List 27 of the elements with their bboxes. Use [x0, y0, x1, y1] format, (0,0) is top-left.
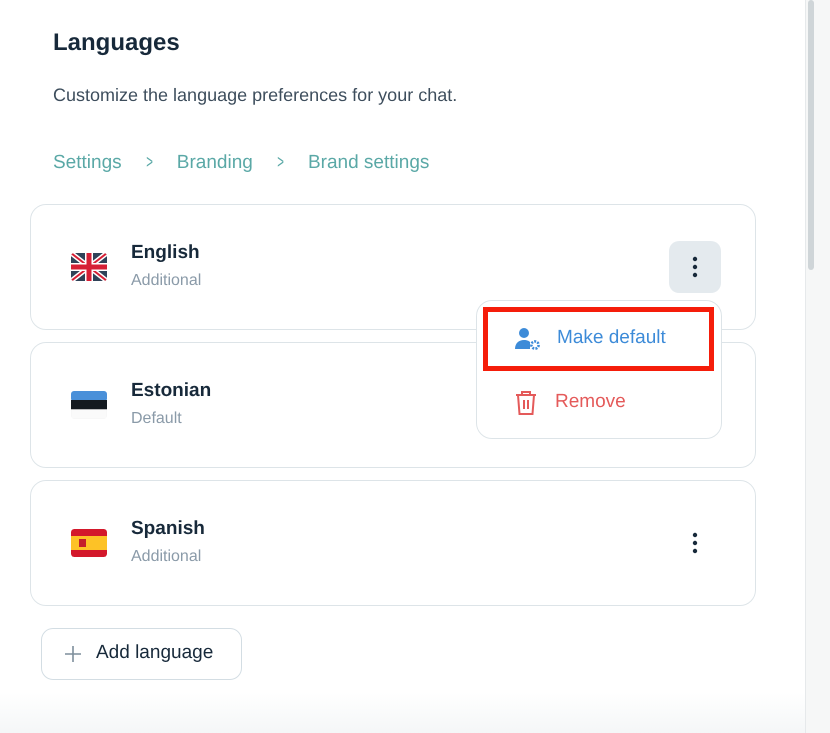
- language-role: Default: [131, 408, 183, 428]
- language-name: Spanish: [131, 516, 205, 540]
- add-language-button[interactable]: Add language: [41, 628, 242, 680]
- breadcrumb-link[interactable]: Branding: [176, 149, 253, 178]
- estonia-flag-icon: [71, 390, 107, 418]
- language-name: English: [131, 240, 201, 264]
- breadcrumb-link[interactable]: Settings: [53, 149, 122, 178]
- language-role: Additional: [131, 546, 202, 566]
- breadcrumb-separator: >: [146, 151, 153, 175]
- menu-item[interactable]: Make default: [483, 306, 714, 370]
- page-description: Customize the language preferences for your chat.: [53, 84, 458, 107]
- menu-item[interactable]: Remove: [483, 370, 714, 434]
- uk-flag-icon: [71, 252, 107, 280]
- kebab-icon: [692, 532, 698, 554]
- spain-flag-icon: [71, 528, 107, 556]
- user-gear-icon: [513, 326, 541, 350]
- breadcrumb-link[interactable]: Brand settings: [308, 149, 430, 178]
- language-name: Estonian: [131, 378, 212, 402]
- language-role: Additional: [131, 270, 202, 290]
- more-button[interactable]: [669, 240, 721, 292]
- trash-icon: [513, 388, 539, 416]
- scrollbar[interactable]: [805, 0, 830, 733]
- scrollbar-thumb[interactable]: [808, 0, 814, 270]
- breadcrumb-separator: >: [277, 151, 284, 175]
- kebab-icon: [692, 256, 698, 278]
- plus-icon: [64, 644, 82, 662]
- page-title: Languages: [53, 28, 181, 58]
